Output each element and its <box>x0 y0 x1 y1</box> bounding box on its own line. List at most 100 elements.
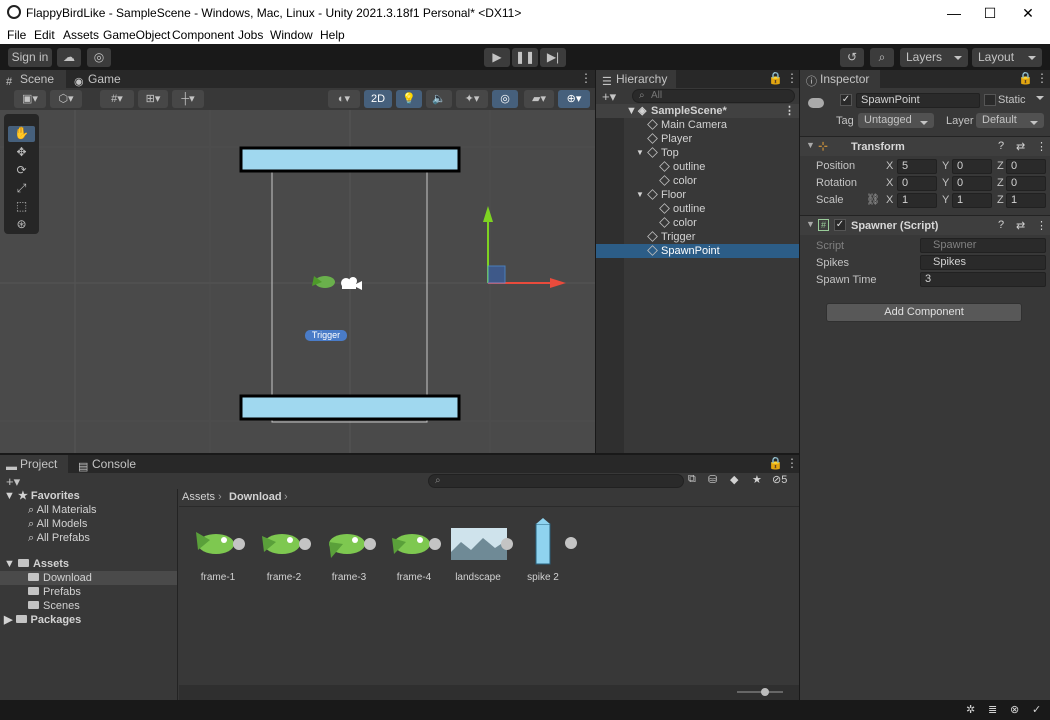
camera-icon[interactable]: ▰▾ <box>524 90 554 108</box>
lock-icon[interactable]: 🔒 <box>1018 71 1033 85</box>
spawner-header[interactable]: ▼ # ✓ Spawner (Script) ? ⇄ ⋮ <box>800 215 1050 235</box>
chevron-down-icon[interactable] <box>1036 96 1044 100</box>
tag-dropdown[interactable]: Untagged <box>858 113 934 128</box>
position-z-field[interactable]: 0 <box>1006 159 1046 174</box>
camera-orbit-icon[interactable]: ◐▾ <box>328 90 360 108</box>
hierarchy-search[interactable]: ⌕ All <box>632 89 795 103</box>
scale-x-field[interactable]: 1 <box>897 193 937 208</box>
lock-icon[interactable]: 🔒 <box>768 71 783 85</box>
hierarchy-menu-icon[interactable]: ⋮ <box>786 71 798 85</box>
search-by-label-icon[interactable]: ⛁ <box>708 473 717 486</box>
preset-icon[interactable]: ⇄ <box>1016 219 1025 232</box>
rotate-tool-icon[interactable]: ⟳ <box>8 163 35 179</box>
rotation-z-field[interactable]: 0 <box>1006 176 1046 191</box>
collab-icon[interactable]: ◎ <box>87 48 111 67</box>
tab-project[interactable]: ▬ Project <box>0 455 68 473</box>
tree-item-top-color[interactable]: color <box>596 174 799 188</box>
draw-mode-icon[interactable]: ▣▾ <box>14 90 46 108</box>
static-checkbox[interactable] <box>984 94 996 106</box>
add-icon[interactable]: +▾ <box>602 89 616 105</box>
rotation-x-field[interactable]: 0 <box>897 176 937 191</box>
gameobject-icon[interactable] <box>808 98 824 108</box>
scale-tool-icon[interactable]: ⤢ <box>8 181 35 197</box>
tab-hierarchy[interactable]: ☰ Hierarchy <box>596 70 676 88</box>
effects-icon[interactable]: ✦▾ <box>456 90 488 108</box>
tree-item-floor-color[interactable]: color <box>596 216 799 230</box>
tree-item-trigger[interactable]: Trigger <box>596 230 799 244</box>
spawn-time-field[interactable]: 3 <box>920 272 1046 287</box>
lock-icon[interactable]: 🔒 <box>768 456 783 470</box>
assets-download-item[interactable]: Download <box>0 571 177 585</box>
frame-4-thumbnail[interactable] <box>386 522 441 564</box>
constrain-proportions-icon[interactable]: ⛓ <box>866 193 880 206</box>
tree-item-main-camera[interactable]: Main Camera <box>596 118 799 132</box>
lighting-icon[interactable]: 💡 <box>396 90 422 108</box>
add-component-button[interactable]: Add Component <box>826 303 1022 322</box>
history-icon[interactable]: ↺ <box>840 48 864 67</box>
menu-gameobject[interactable]: GameObject <box>103 28 170 42</box>
visibility-icon[interactable]: ◎ <box>492 90 518 108</box>
help-icon[interactable]: ? <box>998 140 1004 152</box>
rect-tool-icon[interactable]: ⬚ <box>8 199 35 215</box>
layers-dropdown[interactable]: Layers <box>900 48 968 67</box>
favorites-all-models[interactable]: ⌕ All Models <box>28 517 87 531</box>
transform-header[interactable]: ▼ ⊹ Transform ? ⇄ ⋮ <box>800 136 1050 156</box>
hidden-packages-icon[interactable]: ⊘5 <box>772 473 787 486</box>
label-icon[interactable]: ◆ <box>730 473 738 486</box>
pause-button[interactable]: ❚❚ <box>512 48 538 67</box>
menu-component[interactable]: Component <box>172 28 234 42</box>
tree-item-floor[interactable]: ▼ Floor <box>596 188 799 202</box>
frame-3-thumbnail[interactable] <box>321 522 376 564</box>
object-name-field[interactable]: SpawnPoint <box>856 93 980 108</box>
debug-icon[interactable]: ✲ <box>966 703 975 716</box>
hand-tool-icon[interactable]: ✋ <box>8 126 35 142</box>
tree-item-spawnpoint[interactable]: SpawnPoint <box>596 244 799 258</box>
collapse-icon[interactable]: ▼ <box>806 219 815 229</box>
menu-file[interactable]: File <box>7 28 26 42</box>
grid-snap-icon[interactable]: #▾ <box>100 90 134 108</box>
project-search[interactable]: ⌕ <box>428 474 684 488</box>
active-checkbox[interactable]: ✓ <box>840 94 852 106</box>
breadcrumb-assets[interactable]: Assets <box>182 491 215 503</box>
scene-viewport[interactable]: Trigger ✋ ✥ ⟳ ⤢ ⬚ ⊛ <box>0 110 595 453</box>
help-icon[interactable]: ? <box>998 219 1004 231</box>
assets-scenes-item[interactable]: Scenes <box>28 599 80 613</box>
position-x-field[interactable]: 5 <box>897 159 937 174</box>
tab-console[interactable]: ▤ Console <box>72 455 136 473</box>
audio-icon[interactable]: 🔈 <box>426 90 452 108</box>
search-by-type-icon[interactable]: ⧉ <box>688 473 696 486</box>
gizmos-icon[interactable]: ⊕▾ <box>558 90 590 108</box>
frame-2-thumbnail[interactable] <box>256 522 311 564</box>
tab-scene[interactable]: # Scene <box>0 70 66 88</box>
assets-prefabs-item[interactable]: Prefabs <box>28 585 81 599</box>
component-menu-icon[interactable]: ⋮ <box>1036 140 1047 153</box>
assets-item[interactable]: ▼ Assets <box>4 557 69 571</box>
cloud-icon[interactable]: ☁ <box>57 48 81 67</box>
collapse-icon[interactable]: ▼ <box>806 140 815 150</box>
packages-item[interactable]: ▶ Packages <box>4 613 81 627</box>
slider-handle[interactable] <box>761 688 769 696</box>
shading-icon[interactable]: ⬡▾ <box>50 90 82 108</box>
move-tool-icon[interactable]: ✥ <box>8 145 35 161</box>
maximize-button[interactable]: ☐ <box>980 3 1000 23</box>
enabled-checkbox[interactable]: ✓ <box>834 219 846 231</box>
menu-jobs[interactable]: Jobs <box>238 28 263 42</box>
search-icon[interactable]: ⌕ <box>870 48 894 67</box>
preset-icon[interactable]: ⇄ <box>1016 140 1025 153</box>
landscape-thumbnail[interactable] <box>451 528 515 560</box>
component-menu-icon[interactable]: ⋮ <box>1036 219 1047 232</box>
tab-inspector[interactable]: ⓘ Inspector <box>800 70 880 88</box>
rotation-y-field[interactable]: 0 <box>952 176 992 191</box>
menu-window[interactable]: Window <box>270 28 313 42</box>
expand-icon[interactable]: ▼ <box>636 146 644 160</box>
favorite-icon[interactable]: ★ <box>752 473 762 486</box>
menu-edit[interactable]: Edit <box>34 28 55 42</box>
progress-icon[interactable]: ≣ <box>988 703 997 716</box>
auto-generate-icon[interactable]: ⊗ <box>1010 703 1019 716</box>
close-button[interactable]: ✕ <box>1018 3 1038 23</box>
favorites-item[interactable]: ▼ ★ Favorites <box>4 489 80 503</box>
spike-2-thumbnail[interactable] <box>530 518 580 568</box>
add-icon[interactable]: +▾ <box>6 474 20 490</box>
ruler-icon[interactable]: ┼▾ <box>172 90 204 108</box>
layout-dropdown[interactable]: Layout <box>972 48 1042 67</box>
